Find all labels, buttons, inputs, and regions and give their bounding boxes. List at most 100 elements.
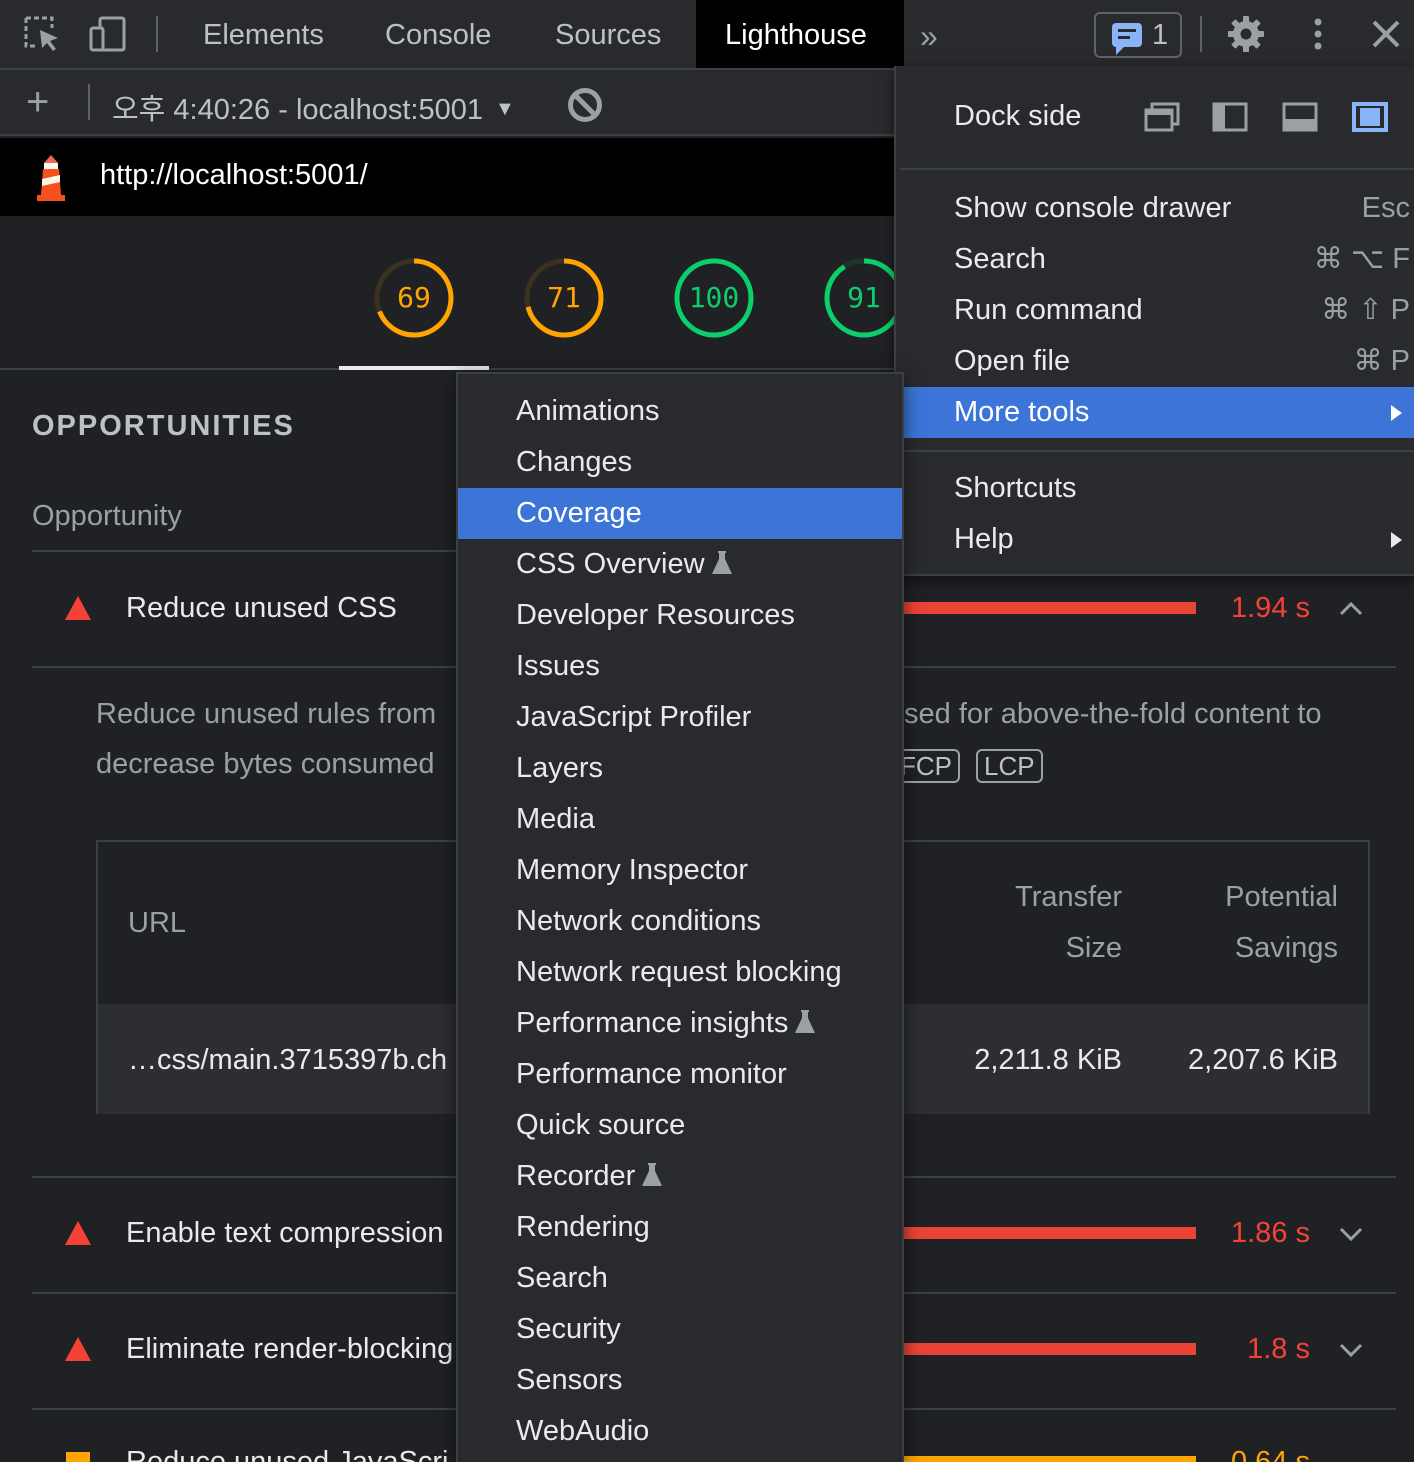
tab-console[interactable]: Console xyxy=(356,0,520,68)
fail-triangle-icon xyxy=(65,1337,91,1361)
submenu-item-javascript-profiler[interactable]: JavaScript Profiler xyxy=(458,692,902,743)
gauge-accessibility[interactable]: 71 xyxy=(524,258,604,338)
experiment-flask-icon xyxy=(642,1163,663,1186)
menu-item-show-console-drawer[interactable]: Show console drawer Esc xyxy=(904,183,1414,234)
savings-bar xyxy=(904,1343,1196,1355)
audit-title[interactable]: Enable text compression xyxy=(126,1217,444,1250)
submenu-item-rendering[interactable]: Rendering xyxy=(458,1202,902,1253)
menu-item-label: Search xyxy=(954,243,1046,275)
submenu-item-changes[interactable]: Changes xyxy=(458,437,902,488)
tab-lighthouse[interactable]: Lighthouse xyxy=(696,0,904,68)
audit-saving: 1.8 s xyxy=(1247,1333,1310,1365)
menu-item-label: Show console drawer xyxy=(954,192,1232,224)
submenu-item-sensors[interactable]: Sensors xyxy=(458,1355,902,1406)
tab-sources[interactable]: Sources xyxy=(526,0,690,68)
audited-url[interactable]: http://localhost:5001/ xyxy=(100,159,368,192)
device-toolbar-icon[interactable] xyxy=(88,14,128,54)
toolbar-divider xyxy=(156,16,158,52)
menu-item-help[interactable]: Help xyxy=(904,514,1414,565)
devtools-tab-bar: Elements Console Sources Lighthouse » 1 xyxy=(0,0,1414,70)
gauge-score: 100 xyxy=(688,281,740,314)
more-tools-submenu: Animations Changes Coverage CSS Overview… xyxy=(456,372,904,1462)
audit-title[interactable]: Eliminate render-blocking xyxy=(126,1333,453,1366)
submenu-item-animations[interactable]: Animations xyxy=(458,386,902,437)
menu-item-shortcut: Esc xyxy=(1361,192,1410,224)
audit-description: sed for above-the-fold content to xyxy=(904,698,1322,730)
tab-elements[interactable]: Elements xyxy=(174,0,353,68)
submenu-arrow-icon xyxy=(1391,405,1402,421)
active-gauge-underline xyxy=(339,366,489,370)
dock-right-icon[interactable] xyxy=(1352,102,1388,132)
menu-item-search[interactable]: Search ⌘ ⌥ F xyxy=(904,234,1414,285)
gauge-score: 69 xyxy=(397,281,431,314)
menu-item-shortcut: ⌘ P xyxy=(1353,345,1410,377)
report-select[interactable]: 오후 4:40:26 - localhost:5001 ▼ xyxy=(112,86,515,128)
submenu-item-label: Recorder xyxy=(516,1160,636,1192)
new-report-button[interactable]: + xyxy=(26,80,49,124)
column-header-savings: Savings xyxy=(1234,932,1338,964)
submenu-item-network-conditions[interactable]: Network conditions xyxy=(458,896,902,947)
issues-counter-button[interactable]: 1 xyxy=(1094,12,1182,58)
menu-item-shortcuts[interactable]: Shortcuts xyxy=(904,463,1414,514)
fail-triangle-icon xyxy=(65,1221,91,1245)
menu-item-run-command[interactable]: Run command ⌘ ⇧ P xyxy=(904,285,1414,336)
gauge-best-practices[interactable]: 100 xyxy=(674,258,754,338)
menu-item-open-file[interactable]: Open file ⌘ P xyxy=(904,336,1414,387)
submenu-item-search[interactable]: Search xyxy=(458,1253,902,1304)
submenu-item-webaudio[interactable]: WebAudio xyxy=(458,1406,902,1457)
submenu-item-developer-resources[interactable]: Developer Resources xyxy=(458,590,902,641)
chevron-up-icon[interactable] xyxy=(1338,596,1364,622)
menu-item-shortcut: ⌘ ⌥ F xyxy=(1313,243,1410,275)
submenu-item-network-request-blocking[interactable]: Network request blocking xyxy=(458,947,902,998)
opportunities-heading: OPPORTUNITIES xyxy=(32,410,295,442)
submenu-item-label: Performance insights xyxy=(516,1007,789,1039)
undock-icon[interactable] xyxy=(1144,102,1180,132)
row-potential-savings: 2,207.6 KiB xyxy=(1188,1044,1338,1076)
submenu-item-layers[interactable]: Layers xyxy=(458,743,902,794)
submenu-item-recorder[interactable]: Recorder xyxy=(458,1151,902,1202)
menu-item-more-tools[interactable]: More tools xyxy=(904,387,1414,438)
lighthouse-toolbar: + 오후 4:40:26 - localhost:5001 ▼ xyxy=(0,70,894,136)
close-icon[interactable] xyxy=(1366,14,1406,54)
savings-bar xyxy=(904,1227,1196,1239)
submenu-item-issues[interactable]: Issues xyxy=(458,641,902,692)
chevron-down-icon[interactable] xyxy=(1338,1337,1364,1363)
savings-bar xyxy=(904,602,1196,614)
column-header-transfer: Size xyxy=(1065,932,1122,964)
column-header-savings: Potential xyxy=(1225,881,1338,913)
more-tabs-icon[interactable]: » xyxy=(920,18,938,55)
inspect-element-icon[interactable] xyxy=(22,14,62,54)
submenu-item-css-overview[interactable]: CSS Overview xyxy=(458,539,902,590)
chevron-down-icon[interactable] xyxy=(1338,1221,1364,1247)
gauge-seo[interactable]: 91 xyxy=(824,258,904,338)
experiment-flask-icon xyxy=(711,551,732,574)
submenu-item-memory-inspector[interactable]: Memory Inspector xyxy=(458,845,902,896)
audited-url-bar: http://localhost:5001/ xyxy=(0,138,894,216)
average-square-icon xyxy=(66,1452,90,1462)
kebab-menu-icon[interactable] xyxy=(1298,14,1338,54)
audit-title[interactable]: Reduce unused JavaScri xyxy=(126,1446,448,1462)
customize-devtools-menu: Dock side Show console drawer Esc Search… xyxy=(894,66,1414,576)
submenu-arrow-icon xyxy=(1391,532,1402,548)
audit-title[interactable]: Reduce unused CSS xyxy=(126,592,397,625)
submenu-item-security[interactable]: Security xyxy=(458,1304,902,1355)
row-url[interactable]: …css/main.3715397b.ch xyxy=(128,1044,447,1077)
metric-chip-lcp[interactable]: LCP xyxy=(976,749,1043,783)
submenu-item-coverage[interactable]: Coverage xyxy=(458,488,902,539)
fail-triangle-icon xyxy=(65,596,91,620)
menu-item-shortcut: ⌘ ⇧ P xyxy=(1321,294,1410,326)
submenu-item-performance-insights[interactable]: Performance insights xyxy=(458,998,902,1049)
gauge-performance[interactable]: 69 xyxy=(374,258,454,338)
clear-reports-icon[interactable] xyxy=(568,88,602,122)
row-transfer-size: 2,211.8 KiB xyxy=(974,1044,1122,1076)
menu-item-label: More tools xyxy=(954,396,1090,428)
audit-saving: 1.86 s xyxy=(1231,1217,1310,1249)
submenu-item-quick-source[interactable]: Quick source xyxy=(458,1100,902,1151)
lighthouse-logo-icon xyxy=(37,155,65,201)
submenu-item-performance-monitor[interactable]: Performance monitor xyxy=(458,1049,902,1100)
dock-left-icon[interactable] xyxy=(1212,102,1248,132)
dock-bottom-icon[interactable] xyxy=(1282,102,1318,132)
gear-icon[interactable] xyxy=(1226,14,1266,54)
submenu-item-media[interactable]: Media xyxy=(458,794,902,845)
issue-message-icon xyxy=(1112,23,1142,55)
